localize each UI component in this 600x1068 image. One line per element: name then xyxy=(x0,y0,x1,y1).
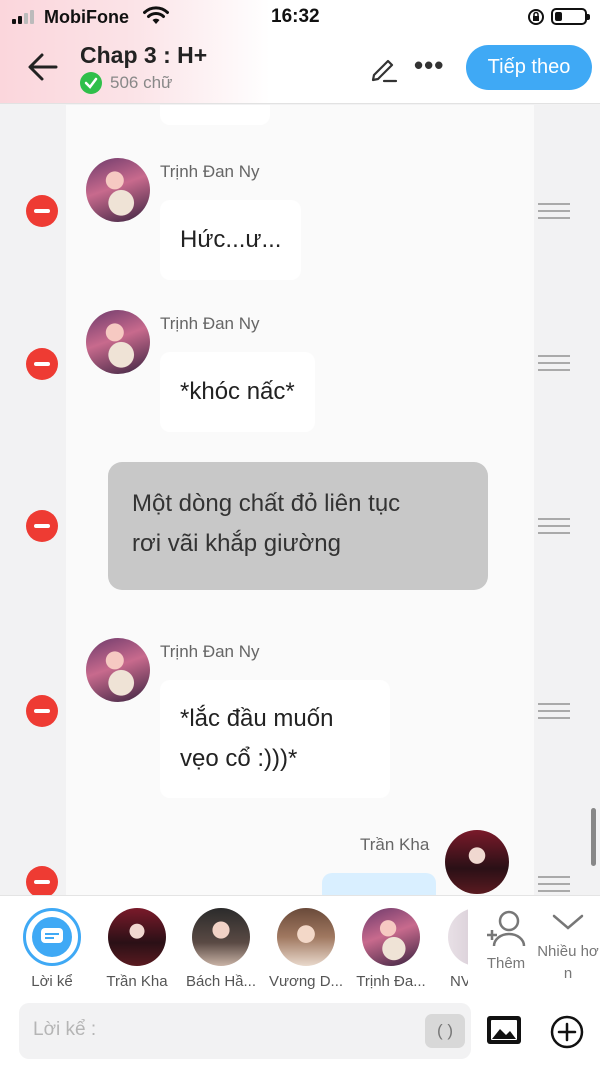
message-input[interactable]: Lời kể : ( ) xyxy=(19,1003,471,1059)
image-icon[interactable] xyxy=(486,1015,522,1045)
message-bubble[interactable] xyxy=(322,873,436,895)
character-label: Vương D... xyxy=(268,973,344,990)
drag-handle-icon[interactable] xyxy=(538,518,570,534)
sender-name: Trịnh Đan Ny xyxy=(160,642,260,661)
clock: 16:32 xyxy=(271,6,320,27)
back-arrow-icon[interactable] xyxy=(26,50,60,84)
character-bach-ha[interactable]: Bách Hầ... xyxy=(182,908,260,990)
delete-message-icon[interactable] xyxy=(26,866,58,895)
sender-name: Trịnh Đan Ny xyxy=(160,314,260,333)
wifi-icon xyxy=(143,6,169,24)
message-line: *lắc đầu muốn xyxy=(180,705,334,732)
add-icon[interactable] xyxy=(550,1015,584,1049)
delete-message-icon[interactable] xyxy=(26,348,58,380)
character-label: NV xyxy=(450,973,468,990)
character-tran-kha[interactable]: Trần Kha xyxy=(98,908,176,990)
word-count: 506 chữ xyxy=(110,73,173,92)
character-trinh-dan-ny[interactable]: Trịnh Đa... xyxy=(352,908,430,990)
add-person-icon xyxy=(487,910,526,947)
avatar xyxy=(277,908,335,966)
character-label: Bách Hầ... xyxy=(185,973,257,990)
drag-handle-icon[interactable] xyxy=(538,703,570,719)
avatar xyxy=(86,310,150,374)
narrator-avatar xyxy=(23,908,81,966)
action-toggle-button[interactable]: ( ) xyxy=(425,1014,465,1048)
next-button[interactable]: Tiếp theo xyxy=(466,45,592,90)
signal-icon xyxy=(12,10,38,24)
input-bar: Lời kể : ( ) xyxy=(0,995,600,1068)
narration-bubble[interactable]: Một dòng chất đỏ liên tục rơi vãi khắp g… xyxy=(108,462,488,590)
drag-handle-icon[interactable] xyxy=(538,355,570,371)
delete-message-icon[interactable] xyxy=(26,510,58,542)
chat-area[interactable]: Trịnh Đan Ny Hức...ư... Trịnh Đan Ny *kh… xyxy=(0,105,600,895)
narration-line: Một dòng chất đỏ liên tục xyxy=(132,490,401,517)
message-bubble[interactable]: Hức...ư... xyxy=(160,200,302,280)
scrollbar[interactable] xyxy=(591,808,596,866)
edit-pencil-icon[interactable] xyxy=(368,52,400,84)
character-label: Trịnh Đa... xyxy=(356,973,426,990)
avatar xyxy=(108,908,166,966)
chapter-title: Chap 3 : H+ xyxy=(80,42,208,68)
carrier-name: MobiFone xyxy=(44,7,129,27)
sender-name: Trần Kha xyxy=(360,835,430,854)
drag-handle-icon[interactable] xyxy=(538,876,570,892)
character-narrator[interactable]: Lời kể xyxy=(13,908,91,990)
add-character-label: Thêm xyxy=(486,955,526,972)
avatar xyxy=(448,908,468,966)
battery-icon xyxy=(551,8,590,25)
message-bubble-partial[interactable] xyxy=(160,105,270,125)
character-vuong-d[interactable]: Vương D... xyxy=(267,908,345,990)
avatar xyxy=(192,908,250,966)
message-line: vẹo cổ :)))* xyxy=(180,745,298,772)
narration-line: rơi vãi khắp giường xyxy=(132,530,341,557)
character-bar: Lời kể Trần Kha Bách Hầ... Vương D... Tr… xyxy=(0,895,600,995)
delete-message-icon[interactable] xyxy=(26,695,58,727)
add-character-button[interactable]: Thêm xyxy=(478,908,534,972)
more-characters-label: Nhiều hơn xyxy=(537,943,599,982)
more-characters-button[interactable]: Nhiều hơn xyxy=(536,912,600,985)
avatar xyxy=(86,638,150,702)
status-bar: MobiFone 16:32 xyxy=(0,0,600,34)
input-placeholder: Lời kể : xyxy=(33,1019,97,1040)
message-bubble[interactable]: *lắc đầu muốn vẹo cổ :)))* xyxy=(160,680,390,798)
delete-message-icon[interactable] xyxy=(26,195,58,227)
avatar xyxy=(445,830,509,894)
message-bubble[interactable]: *khóc nấc* xyxy=(160,352,315,432)
narrator-icon xyxy=(32,917,72,957)
avatar xyxy=(362,908,420,966)
more-options-icon[interactable]: ••• xyxy=(414,52,444,78)
sender-name: Trịnh Đan Ny xyxy=(160,162,260,181)
top-bar: MobiFone 16:32 Chap 3 : H+ 506 chữ ••• T… xyxy=(0,0,600,104)
character-label: Lời kể xyxy=(31,973,73,990)
rotation-lock-icon xyxy=(528,9,544,25)
word-count-row: 506 chữ xyxy=(80,72,172,94)
drag-handle-icon[interactable] xyxy=(538,203,570,219)
character-nv[interactable]: NV xyxy=(438,908,468,990)
avatar xyxy=(86,158,150,222)
chevron-down-icon xyxy=(552,914,584,930)
character-label: Trần Kha xyxy=(106,973,168,990)
checkmark-icon xyxy=(80,72,102,94)
